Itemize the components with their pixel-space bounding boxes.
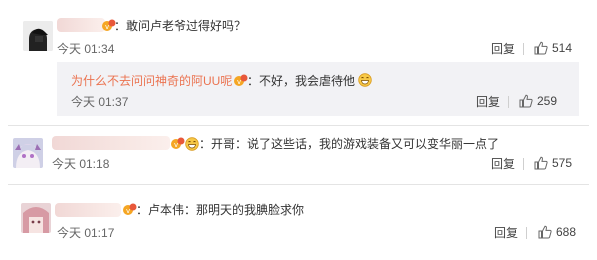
avatar[interactable] [23,21,53,51]
comment-time: 今天 01:17 [57,226,115,240]
reply-author-link[interactable]: 为什么不去问问神奇的阿UU呢 [71,74,232,88]
reply-text: ：不好，我会虐待他 [247,74,356,88]
comment-text: ：敢问卢老爷过得好吗？ [114,19,247,33]
avatar[interactable] [21,203,51,233]
comment-time: 今天 01:34 [57,42,115,56]
like-button[interactable]: 575 [534,156,572,170]
svg-text:v: v [105,23,109,31]
reply-button[interactable]: 回复 [491,157,515,171]
thumbs-up-icon [538,225,552,239]
vip-badge-icon: v [234,74,248,86]
action-separator [508,96,509,108]
username-redacted[interactable] [55,203,121,217]
like-count: 514 [552,41,573,55]
like-button[interactable]: 514 [534,41,572,55]
svg-text:v: v [126,207,130,215]
divider [8,184,589,185]
thumbs-up-icon [534,41,548,55]
action-separator [523,158,524,170]
comment-time: 今天 01:18 [52,157,110,171]
reply-button[interactable]: 回复 [491,42,515,56]
like-button[interactable]: 688 [538,225,576,239]
username-redacted[interactable] [57,18,105,32]
comment-text: ：开哥：说了这些话，我的游戏装备又可以变华丽一点了 [199,137,500,151]
divider [8,125,589,126]
thumbs-up-icon [534,156,548,170]
grin-emoji-icon [185,137,199,151]
avatar[interactable] [13,138,43,168]
like-count: 259 [537,94,558,108]
reply-time: 今天 01:37 [71,95,129,109]
thumbs-up-icon [519,94,533,108]
like-count: 575 [552,156,573,170]
svg-text:v: v [237,78,241,86]
action-separator [523,43,524,55]
like-count: 688 [556,225,577,239]
like-button[interactable]: 259 [519,94,557,108]
reply-button[interactable]: 回复 [476,95,500,109]
svg-text:v: v [174,141,178,149]
action-separator [526,227,527,239]
username-redacted[interactable] [52,136,170,150]
vip-badge-icon: v [123,203,137,215]
grin-emoji-icon [358,73,372,87]
vip-badge-icon: v [171,137,185,149]
reply-thread [57,62,579,116]
reply-button[interactable]: 回复 [494,226,518,240]
comment-text: ：卢本伟：那明天的我腆脸求你 [136,203,305,217]
